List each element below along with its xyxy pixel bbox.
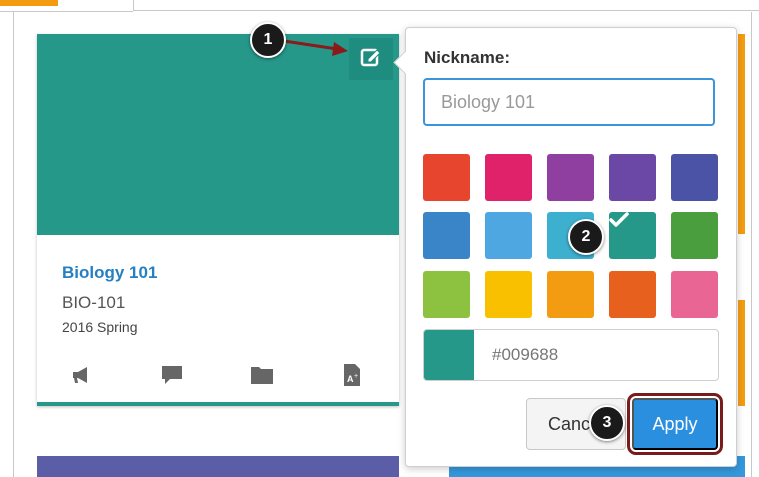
top-accent-strip: [0, 0, 58, 6]
color-swatch[interactable]: [423, 212, 470, 259]
hex-color-field[interactable]: #009688: [423, 329, 719, 381]
discussions-icon[interactable]: [159, 362, 185, 388]
hex-color-value[interactable]: #009688: [492, 345, 558, 365]
color-swatch[interactable]: [485, 154, 532, 201]
color-swatch[interactable]: [671, 271, 718, 318]
nickname-label: Nickname:: [424, 48, 510, 67]
color-swatch[interactable]: [423, 271, 470, 318]
apply-button[interactable]: Apply: [632, 398, 718, 450]
color-swatch[interactable]: [671, 154, 718, 201]
step-badge: 3: [589, 405, 625, 441]
callout-arrow: [283, 39, 348, 56]
course-card-hero[interactable]: [37, 34, 399, 235]
edit-icon: [360, 46, 382, 73]
course-card-color-bar: [37, 402, 399, 406]
color-swatch[interactable]: [547, 154, 594, 201]
hex-color-preview: [424, 330, 474, 380]
checkmark-icon: [609, 212, 629, 232]
grades-icon[interactable]: A +: [339, 362, 365, 388]
svg-text:A: A: [347, 374, 354, 384]
color-swatch-selected[interactable]: [609, 212, 656, 259]
svg-text:+: +: [354, 373, 358, 380]
step-badge: 2: [568, 219, 604, 255]
course-title-link[interactable]: Biology 101: [62, 263, 157, 283]
course-card-partial: [738, 34, 745, 234]
color-swatch[interactable]: [485, 212, 532, 259]
course-card-partial: [738, 300, 745, 406]
course-code: BIO-101: [62, 293, 126, 312]
color-swatch[interactable]: [547, 271, 594, 318]
divider: [133, 0, 759, 11]
divider: [751, 12, 752, 477]
announcements-icon[interactable]: [69, 362, 95, 388]
nickname-input[interactable]: [423, 78, 715, 126]
color-swatch[interactable]: [671, 212, 718, 259]
step-badge: 1: [250, 22, 286, 58]
color-swatch[interactable]: [423, 154, 470, 201]
color-swatch[interactable]: [609, 271, 656, 318]
course-term: 2016 Spring: [62, 319, 138, 335]
edit-nickname-button[interactable]: [349, 38, 393, 80]
divider: [0, 11, 133, 12]
divider: [13, 12, 14, 477]
color-swatch[interactable]: [609, 154, 656, 201]
files-icon[interactable]: [249, 362, 275, 388]
course-card[interactable]: Biology 101 BIO-101 2016 Spring A +: [37, 34, 399, 406]
course-card-actions: A +: [61, 362, 381, 388]
course-card-partial: [37, 456, 399, 477]
color-swatch[interactable]: [485, 271, 532, 318]
